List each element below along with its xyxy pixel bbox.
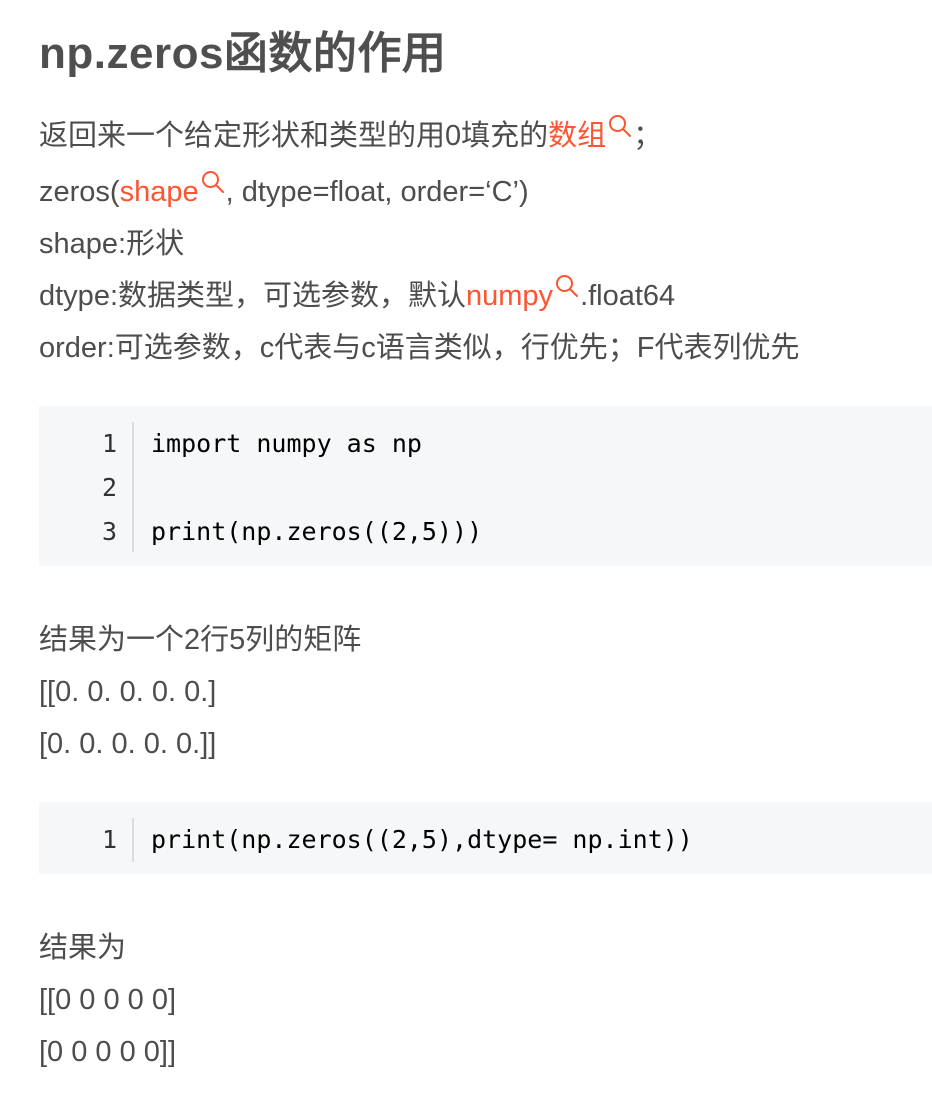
page-title: np.zeros函数的作用 <box>39 29 447 78</box>
desc-text: ； <box>633 120 663 152</box>
keyword-link-label[interactable]: shape <box>120 176 199 208</box>
code-text: import numpy as np <box>151 429 422 458</box>
keyword-link-label[interactable]: numpy <box>466 280 553 312</box>
desc-text: dtype:数据类型，可选参数，默认 <box>39 280 467 312</box>
desc-line-5: order:可选参数，c代表与c语言类似，行优先；F代表列优先 <box>39 332 800 364</box>
line-number: 2 <box>101 473 117 502</box>
desc-line-4: dtype:数据类型，可选参数，默认numpy .float64 <box>39 270 675 322</box>
line-number: 3 <box>101 517 117 546</box>
result-1-label: 结果为一个2行5列的矩阵 <box>39 624 362 656</box>
desc-text: , dtype=float, order=‘C’) <box>225 176 529 208</box>
code-block-2[interactable]: 1 print(np.zeros((2,5),dtype= np.int)) <box>39 802 932 874</box>
desc-line-1: 返回来一个给定形状和类型的用0填充的数组 ； <box>39 110 662 162</box>
desc-line-3: shape:形状 <box>39 228 185 260</box>
search-icon[interactable] <box>607 113 633 139</box>
search-icon[interactable] <box>200 169 226 195</box>
keyword-link-shape[interactable]: shape <box>120 171 226 208</box>
code-text: print(np.zeros((2,5),dtype= np.int)) <box>151 825 693 854</box>
code-block-1[interactable]: 1 import numpy as np 2 3 print(np.zeros(… <box>39 406 932 566</box>
keyword-link-numpy[interactable]: numpy <box>466 275 580 312</box>
code-line: 1 import numpy as np <box>39 422 932 466</box>
result-1-row-2: [0. 0. 0. 0. 0.]] <box>39 728 217 760</box>
desc-text: .float64 <box>580 280 676 312</box>
desc-line-2: zeros(shape , dtype=float, order=‘C’) <box>39 166 529 218</box>
desc-text: zeros( <box>39 176 120 208</box>
result-2-row-2: [0 0 0 0 0]] <box>39 1036 177 1068</box>
line-number: 1 <box>101 825 117 854</box>
code-line: 2 <box>39 466 932 510</box>
keyword-link-array[interactable]: 数组 <box>548 115 633 152</box>
result-2-row-1: [[0 0 0 0 0] <box>39 984 177 1016</box>
result-2-label: 结果为 <box>39 932 127 964</box>
code-line: 3 print(np.zeros((2,5))) <box>39 510 932 554</box>
code-line: 1 print(np.zeros((2,5),dtype= np.int)) <box>39 818 932 862</box>
keyword-link-label[interactable]: 数组 <box>548 120 606 152</box>
line-number: 1 <box>101 429 117 458</box>
result-1-row-1: [[0. 0. 0. 0. 0.] <box>39 676 217 708</box>
search-icon[interactable] <box>554 273 580 299</box>
desc-text: 返回来一个给定形状和类型的用0填充的 <box>39 120 549 152</box>
code-text: print(np.zeros((2,5))) <box>151 517 483 546</box>
